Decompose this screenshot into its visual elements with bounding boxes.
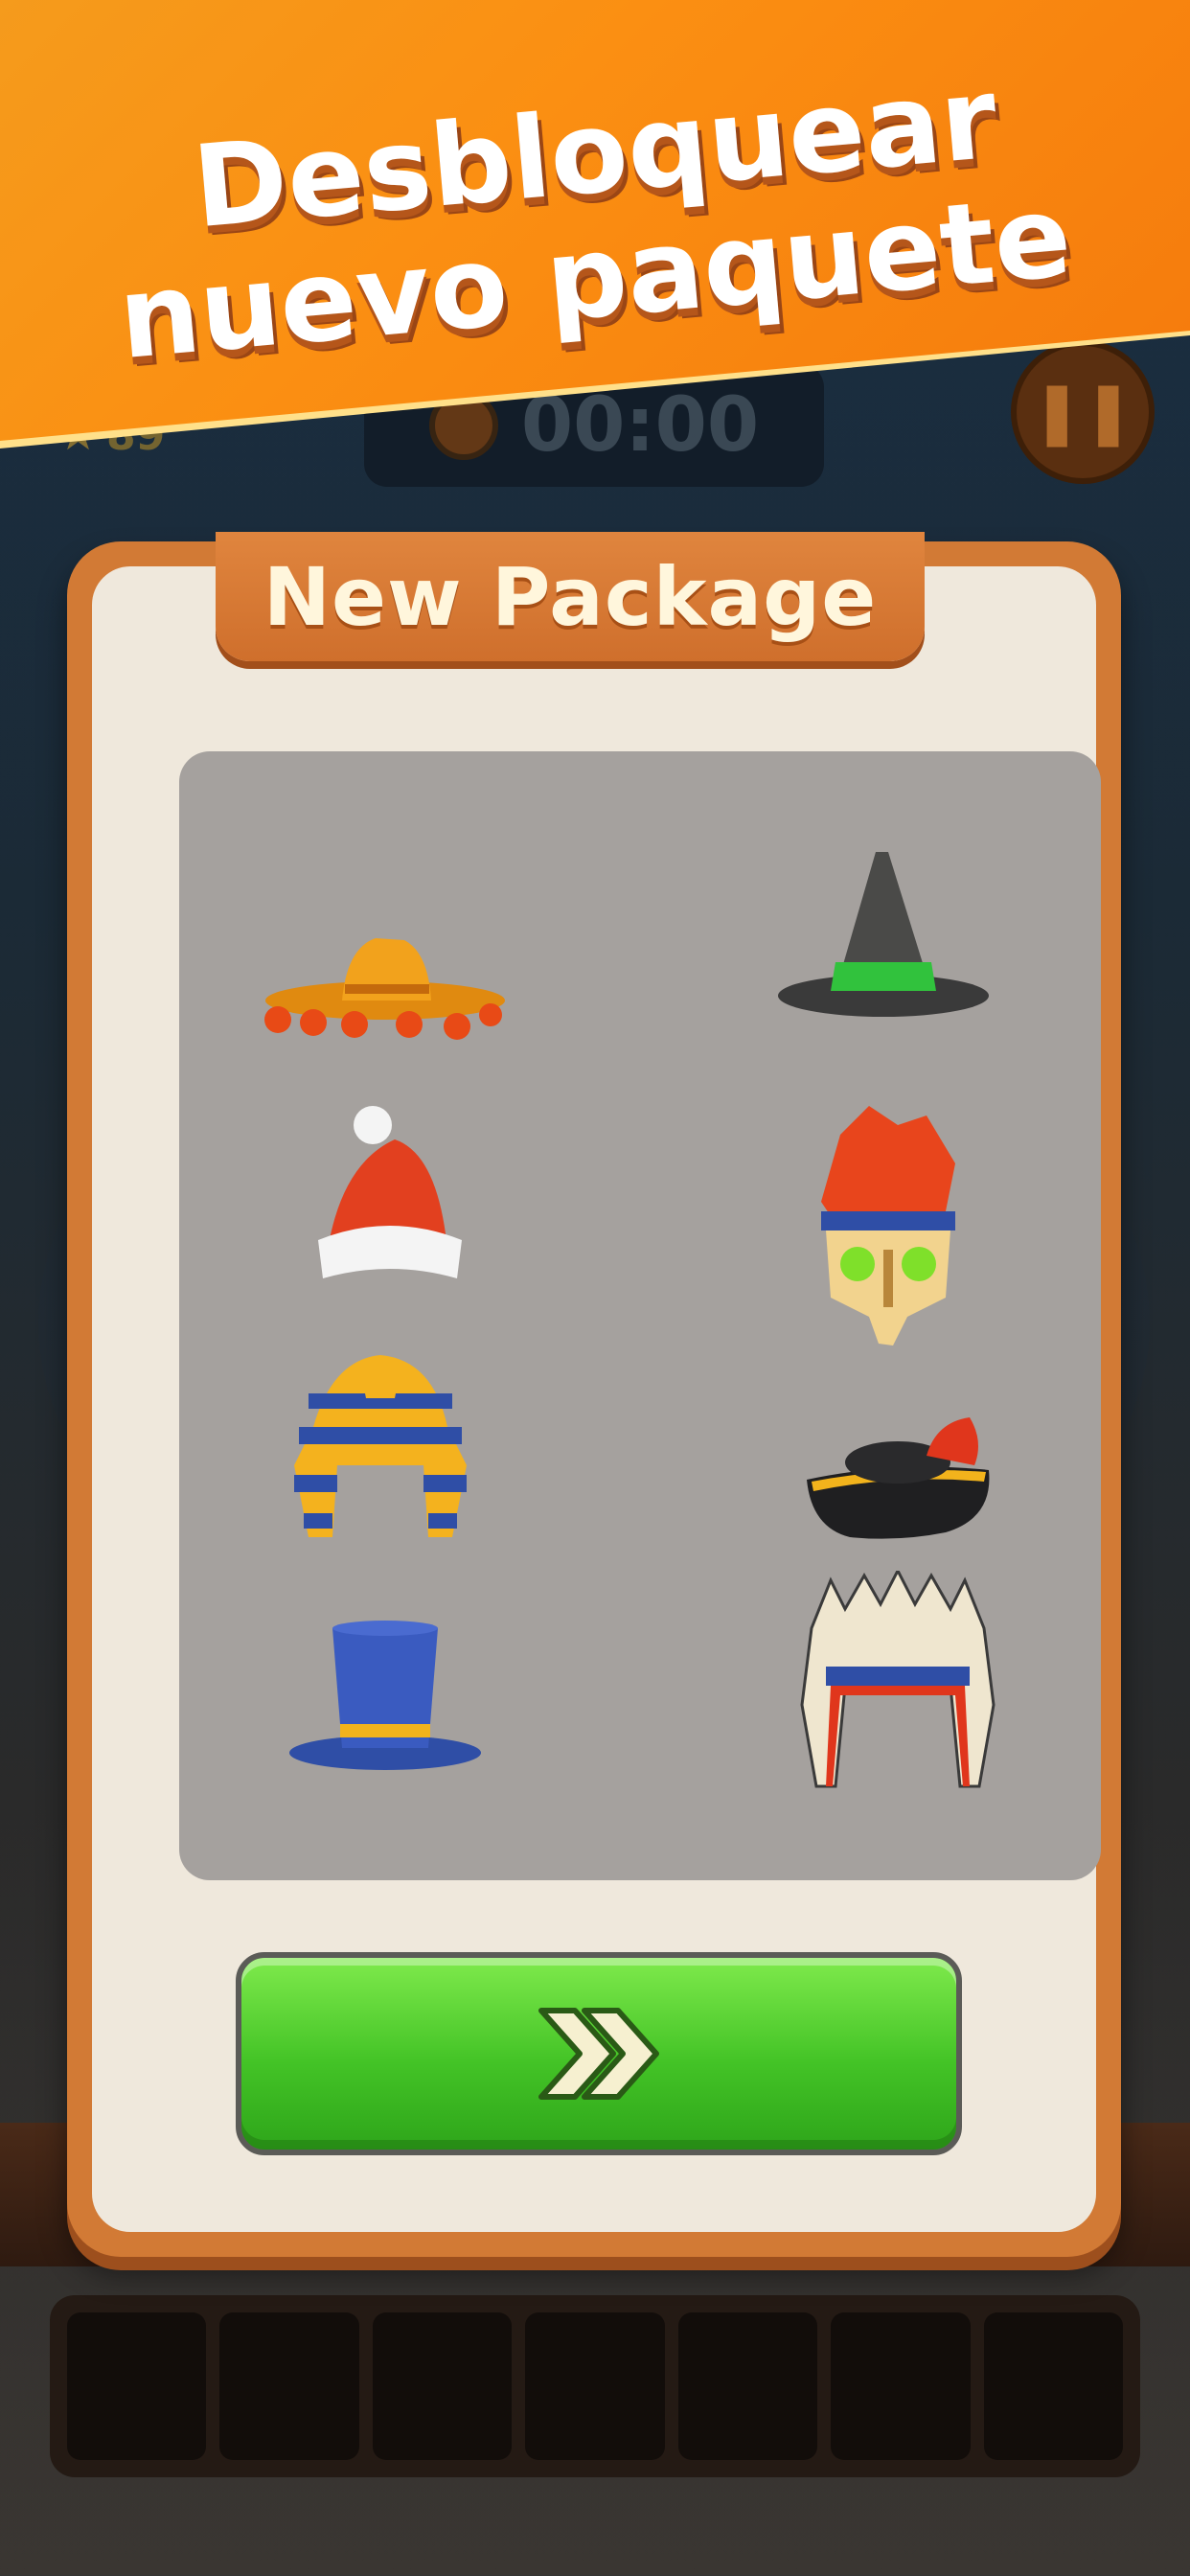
pharaoh-headdress-icon (275, 1341, 486, 1542)
top-hat-icon (285, 1619, 486, 1782)
modal-title: New Package (263, 549, 878, 644)
double-chevron-right-icon (532, 2001, 666, 2106)
slot (219, 2312, 359, 2460)
feather-headdress-icon (792, 1571, 1003, 1791)
slot (372, 2312, 513, 2460)
hat-grid (179, 751, 1101, 1880)
pause-button[interactable]: ❚❚ (1011, 340, 1155, 484)
slot (983, 2312, 1123, 2460)
slot (67, 2312, 207, 2460)
slot (525, 2312, 665, 2460)
new-package-modal: New Package (67, 532, 1121, 2257)
next-button[interactable] (236, 1952, 962, 2155)
modal-header: New Package (216, 532, 925, 661)
santa-hat-icon (304, 1096, 476, 1288)
pause-icon: ❚❚ (1031, 377, 1134, 448)
slot-tray (50, 2295, 1140, 2477)
skull-feather-headdress-icon (802, 1096, 974, 1355)
slot (677, 2312, 818, 2460)
witch-hat-icon (768, 838, 998, 1029)
slot (831, 2312, 971, 2460)
pirate-hat-icon (792, 1413, 1003, 1547)
sombrero-hat-icon (251, 909, 519, 1053)
